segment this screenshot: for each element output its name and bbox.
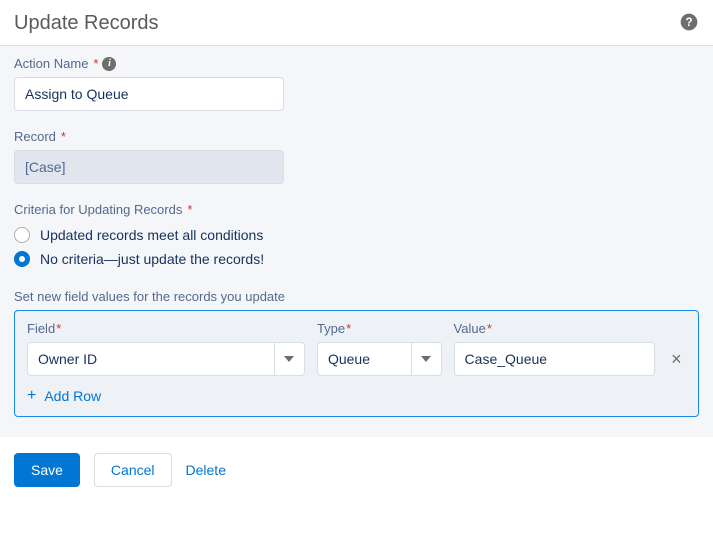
required-marker: * <box>93 56 98 71</box>
criteria-radio-group: Updated records meet all conditions No c… <box>14 223 699 271</box>
criteria-label-text: Criteria for Updating Records <box>14 202 182 217</box>
field-values-block: Field* Type* Value* Owner ID Queue <box>14 310 699 417</box>
help-icon[interactable]: ? <box>679 12 699 35</box>
chevron-down-icon <box>411 343 441 375</box>
type-picklist[interactable]: Queue <box>317 342 442 376</box>
cancel-button[interactable]: Cancel <box>94 453 172 487</box>
record-input <box>14 150 284 184</box>
add-row-label: Add Row <box>44 388 101 404</box>
criteria-option-none[interactable]: No criteria—just update the records! <box>14 247 699 271</box>
record-group: Record * <box>14 129 699 184</box>
plus-icon: + <box>27 388 36 404</box>
info-icon[interactable]: i <box>102 57 116 71</box>
field-values-section-label: Set new field values for the records you… <box>14 289 699 304</box>
type-picklist-value: Queue <box>328 351 370 367</box>
action-name-group: Action Name * i <box>14 56 699 111</box>
criteria-group: Criteria for Updating Records * Updated r… <box>14 202 699 271</box>
header-value: Value* <box>454 321 655 336</box>
criteria-option-conditions[interactable]: Updated records meet all conditions <box>14 223 699 247</box>
delete-button[interactable]: Delete <box>186 453 226 487</box>
action-name-label: Action Name * i <box>14 56 699 71</box>
radio-icon <box>14 227 30 243</box>
radio-icon <box>14 251 30 267</box>
required-marker: * <box>187 202 192 217</box>
svg-text:?: ? <box>685 16 692 29</box>
save-button[interactable]: Save <box>14 453 80 487</box>
header-field: Field* <box>27 321 305 336</box>
remove-row-icon[interactable]: × <box>667 350 686 368</box>
value-input[interactable] <box>454 342 655 376</box>
action-name-input[interactable] <box>14 77 284 111</box>
form-content: Action Name * i Record * Criteria for Upda… <box>0 46 713 437</box>
footer-actions: Save Cancel Delete <box>0 437 713 503</box>
criteria-option-label: Updated records meet all conditions <box>40 227 263 243</box>
record-label-text: Record <box>14 129 56 144</box>
modal-header: Update Records ? <box>0 0 713 46</box>
field-picklist-value: Owner ID <box>38 351 97 367</box>
criteria-option-label: No criteria—just update the records! <box>40 251 264 267</box>
record-label: Record * <box>14 129 699 144</box>
criteria-label: Criteria for Updating Records * <box>14 202 699 217</box>
field-picklist[interactable]: Owner ID <box>27 342 305 376</box>
add-row-button[interactable]: + Add Row <box>27 388 686 404</box>
action-name-label-text: Action Name <box>14 56 88 71</box>
chevron-down-icon <box>274 343 304 375</box>
required-marker: * <box>61 129 66 144</box>
page-title: Update Records <box>14 12 159 35</box>
field-row: Owner ID Queue × <box>27 342 686 376</box>
header-type: Type* <box>317 321 442 336</box>
field-values-headers: Field* Type* Value* <box>27 321 686 336</box>
